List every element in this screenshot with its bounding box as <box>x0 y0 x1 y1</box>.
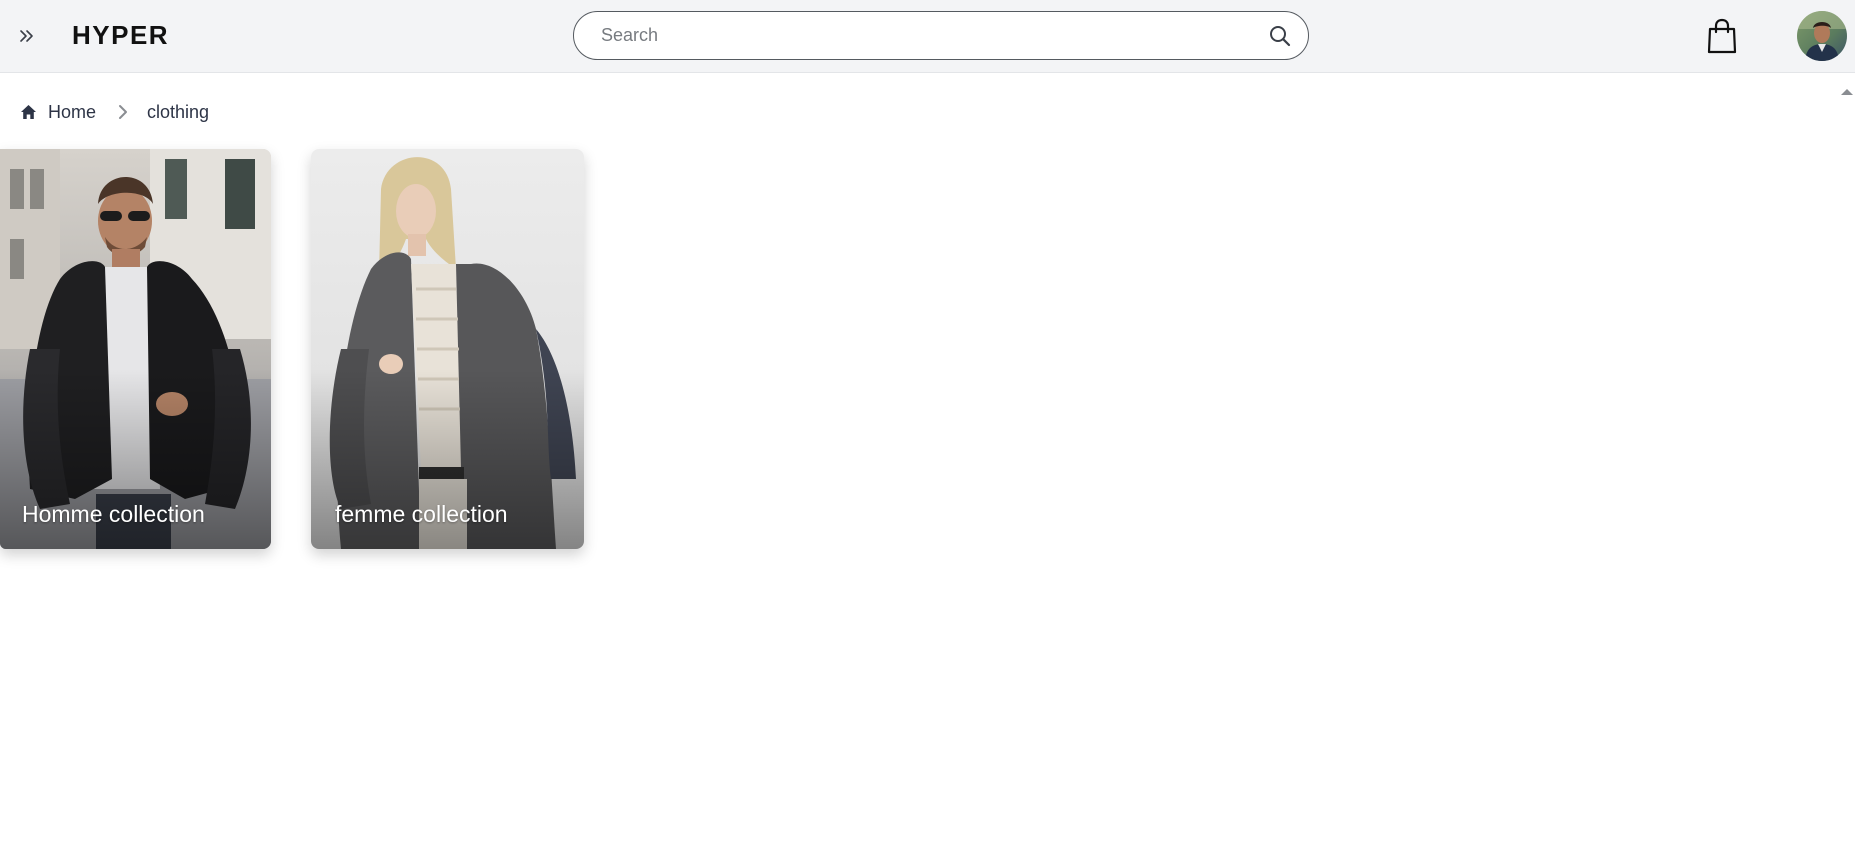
collection-card-homme[interactable]: Homme collection <box>0 149 271 549</box>
chevron-right-icon <box>118 104 128 120</box>
breadcrumb-home-label: Home <box>48 101 97 122</box>
user-avatar[interactable] <box>1797 11 1847 61</box>
top-header: HYPER <box>0 0 1855 73</box>
collection-card-label: Homme collection <box>22 501 205 527</box>
femme-collection-image <box>311 149 584 549</box>
homme-collection-image <box>0 149 271 549</box>
brand-logo[interactable]: HYPER <box>72 20 169 51</box>
search-input[interactable] <box>599 20 1219 51</box>
cart-button[interactable] <box>1707 18 1737 54</box>
shopping-bag-icon <box>1707 18 1737 54</box>
avatar-image <box>1797 11 1847 61</box>
double-chevron-right-icon <box>20 30 33 42</box>
search-button[interactable] <box>1268 24 1292 48</box>
breadcrumb-current: clothing <box>147 101 210 122</box>
collection-card-label: femme collection <box>335 501 508 527</box>
home-icon <box>21 105 36 119</box>
breadcrumb: Home clothing <box>20 100 209 124</box>
breadcrumb-home-link[interactable]: Home <box>20 102 96 123</box>
sidebar-toggle-button[interactable] <box>16 24 38 48</box>
search-icon <box>1270 26 1291 47</box>
collection-card-femme[interactable]: femme collection <box>311 149 584 549</box>
scroll-up-arrow[interactable] <box>1840 84 1854 95</box>
caret-up-icon <box>1841 89 1853 95</box>
search-bar <box>573 11 1309 60</box>
